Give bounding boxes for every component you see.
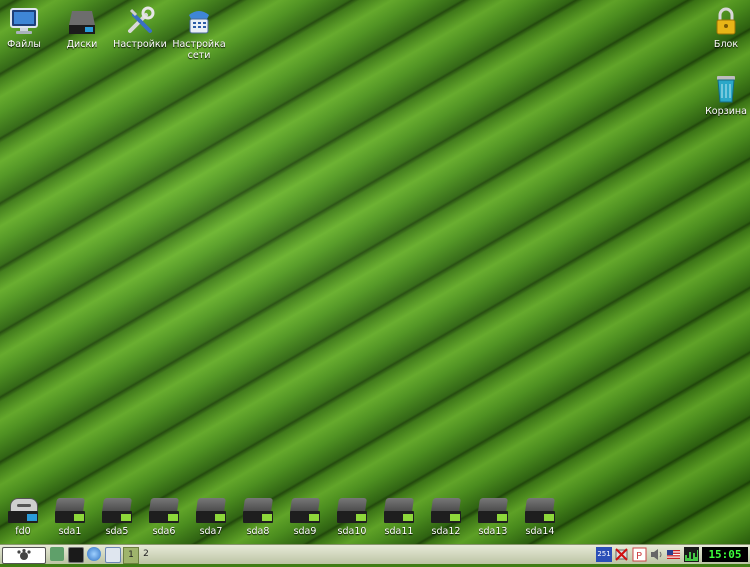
network-settings-shortcut[interactable]: Настройка сети [166,5,232,61]
hdd-icon [194,496,228,524]
lock-icon [710,5,742,37]
trash-label: Корзина [705,106,747,117]
keyboard-layout-flag-icon[interactable] [666,547,681,562]
tray-counter-badge[interactable]: 251 [596,547,612,562]
workspace-2[interactable]: 2 [139,547,153,562]
drive-label: sda5 [105,526,129,537]
disks-label: Диски [66,39,98,50]
hdd-icon [523,496,557,524]
clock[interactable]: 15:05 [702,547,748,562]
hdd-icon [53,496,87,524]
disks-shortcut[interactable]: Диски [49,5,115,50]
network-disconnected-icon[interactable] [614,547,629,562]
svg-text:P: P [636,551,642,562]
drive-label: sda8 [246,526,270,537]
volume-icon[interactable] [649,547,664,562]
desktop: Файлы Диски Настройки Настройка сети Бло… [0,0,750,544]
trash-icon [710,72,742,104]
hdd-icon [100,496,134,524]
pause-icon[interactable]: P [632,547,647,562]
settings-label: Настройки [113,39,167,50]
taskbar: 1 2 251 P 15:05 [0,544,750,564]
drive-label: sda1 [58,526,82,537]
network-settings-label: Настройка сети [172,39,226,61]
drive-sda14[interactable]: sda14 [507,496,573,537]
drive-label: sda13 [478,526,508,537]
trash-shortcut[interactable]: Корзина [693,72,750,117]
settings-shortcut[interactable]: Настройки [107,5,173,50]
hdd-icon [476,496,510,524]
start-menu-button[interactable] [2,547,46,564]
lock-shortcut[interactable]: Блок [693,5,750,50]
hdd-icon [288,496,322,524]
drive-label: sda12 [431,526,461,537]
hdd-icon [429,496,463,524]
drive-label: sda7 [199,526,223,537]
monitor-icon [8,5,40,37]
drive-label: fd0 [15,526,31,537]
cpu-monitor-icon[interactable] [684,547,699,562]
drive-icon [66,5,98,37]
drive-label: sda14 [525,526,555,537]
file-manager-icon[interactable] [105,547,121,563]
lock-label: Блок [713,39,739,50]
drive-label: sda10 [337,526,367,537]
hdd-icon [382,496,416,524]
show-desktop-icon[interactable] [50,547,64,561]
drive-label: sda11 [384,526,414,537]
browser-icon[interactable] [87,547,101,561]
hdd-icon [241,496,275,524]
terminal-icon[interactable] [68,547,84,563]
tools-icon [124,5,156,37]
files-label: Файлы [7,39,41,50]
drive-label: sda6 [152,526,176,537]
floppy-drive-icon [6,496,40,524]
drive-label: sda9 [293,526,317,537]
workspace-1[interactable]: 1 [123,547,139,564]
hdd-icon [335,496,369,524]
network-phone-icon [183,5,215,37]
paw-logo-icon [17,549,31,560]
hdd-icon [147,496,181,524]
